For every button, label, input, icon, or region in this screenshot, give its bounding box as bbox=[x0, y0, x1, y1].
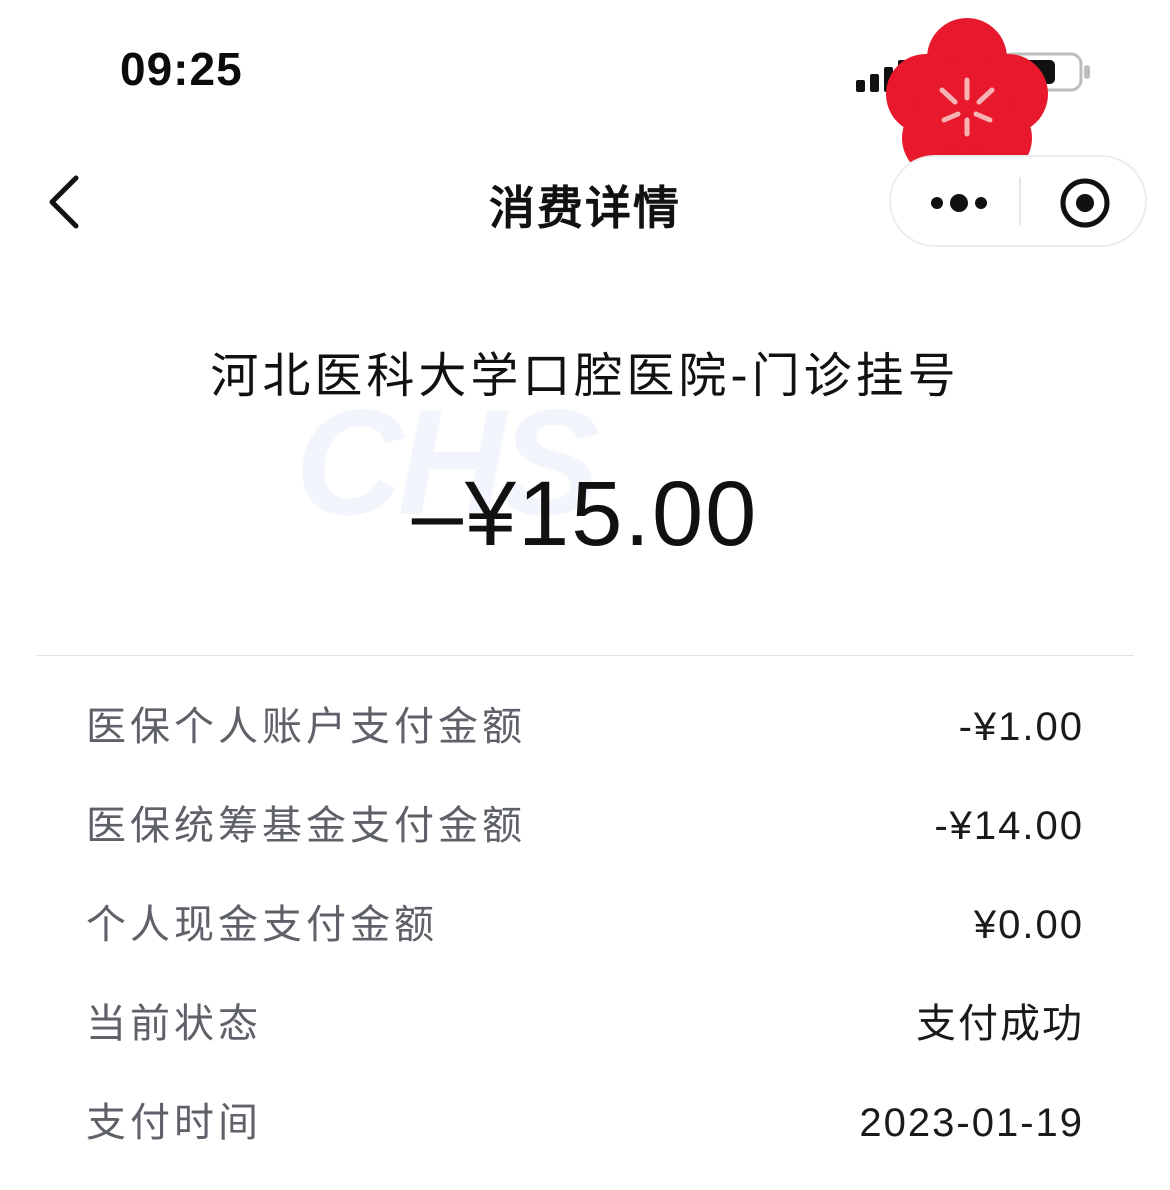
detail-row-status: 当前状态 支付成功 bbox=[0, 994, 1170, 1054]
close-mini-program-icon[interactable] bbox=[1023, 157, 1147, 245]
detail-row-payment-time: 支付时间 2023-01-19 bbox=[0, 1093, 1170, 1153]
status-time: 09:25 bbox=[120, 43, 243, 95]
detail-value: ¥0.00 bbox=[973, 903, 1084, 947]
detail-row-personal-account: 医保个人账户支付金额 -¥1.00 bbox=[0, 697, 1170, 757]
detail-value: -¥14.00 bbox=[934, 804, 1084, 848]
payment-amount: –¥15.00 bbox=[411, 463, 759, 565]
detail-label: 医保个人账户支付金额 bbox=[86, 704, 526, 750]
mini-program-capsule bbox=[889, 155, 1147, 247]
detail-label: 支付时间 bbox=[86, 1100, 262, 1146]
detail-label: 个人现金支付金额 bbox=[86, 902, 438, 948]
detail-row-cash: 个人现金支付金额 ¥0.00 bbox=[0, 895, 1170, 955]
detail-value: 2023-01-19 bbox=[859, 1101, 1084, 1145]
detail-value: -¥1.00 bbox=[958, 705, 1084, 749]
merchant-name: 河北医科大学口腔医院-门诊挂号 bbox=[210, 348, 960, 404]
more-options-icon[interactable] bbox=[891, 157, 1019, 245]
capsule-divider bbox=[1019, 177, 1021, 225]
detail-row-pooled-fund: 医保统筹基金支付金额 -¥14.00 bbox=[0, 796, 1170, 856]
detail-label: 当前状态 bbox=[86, 1001, 262, 1047]
divider bbox=[36, 655, 1134, 656]
detail-label: 医保统筹基金支付金额 bbox=[86, 803, 526, 849]
status-value: 支付成功 bbox=[916, 1002, 1084, 1046]
